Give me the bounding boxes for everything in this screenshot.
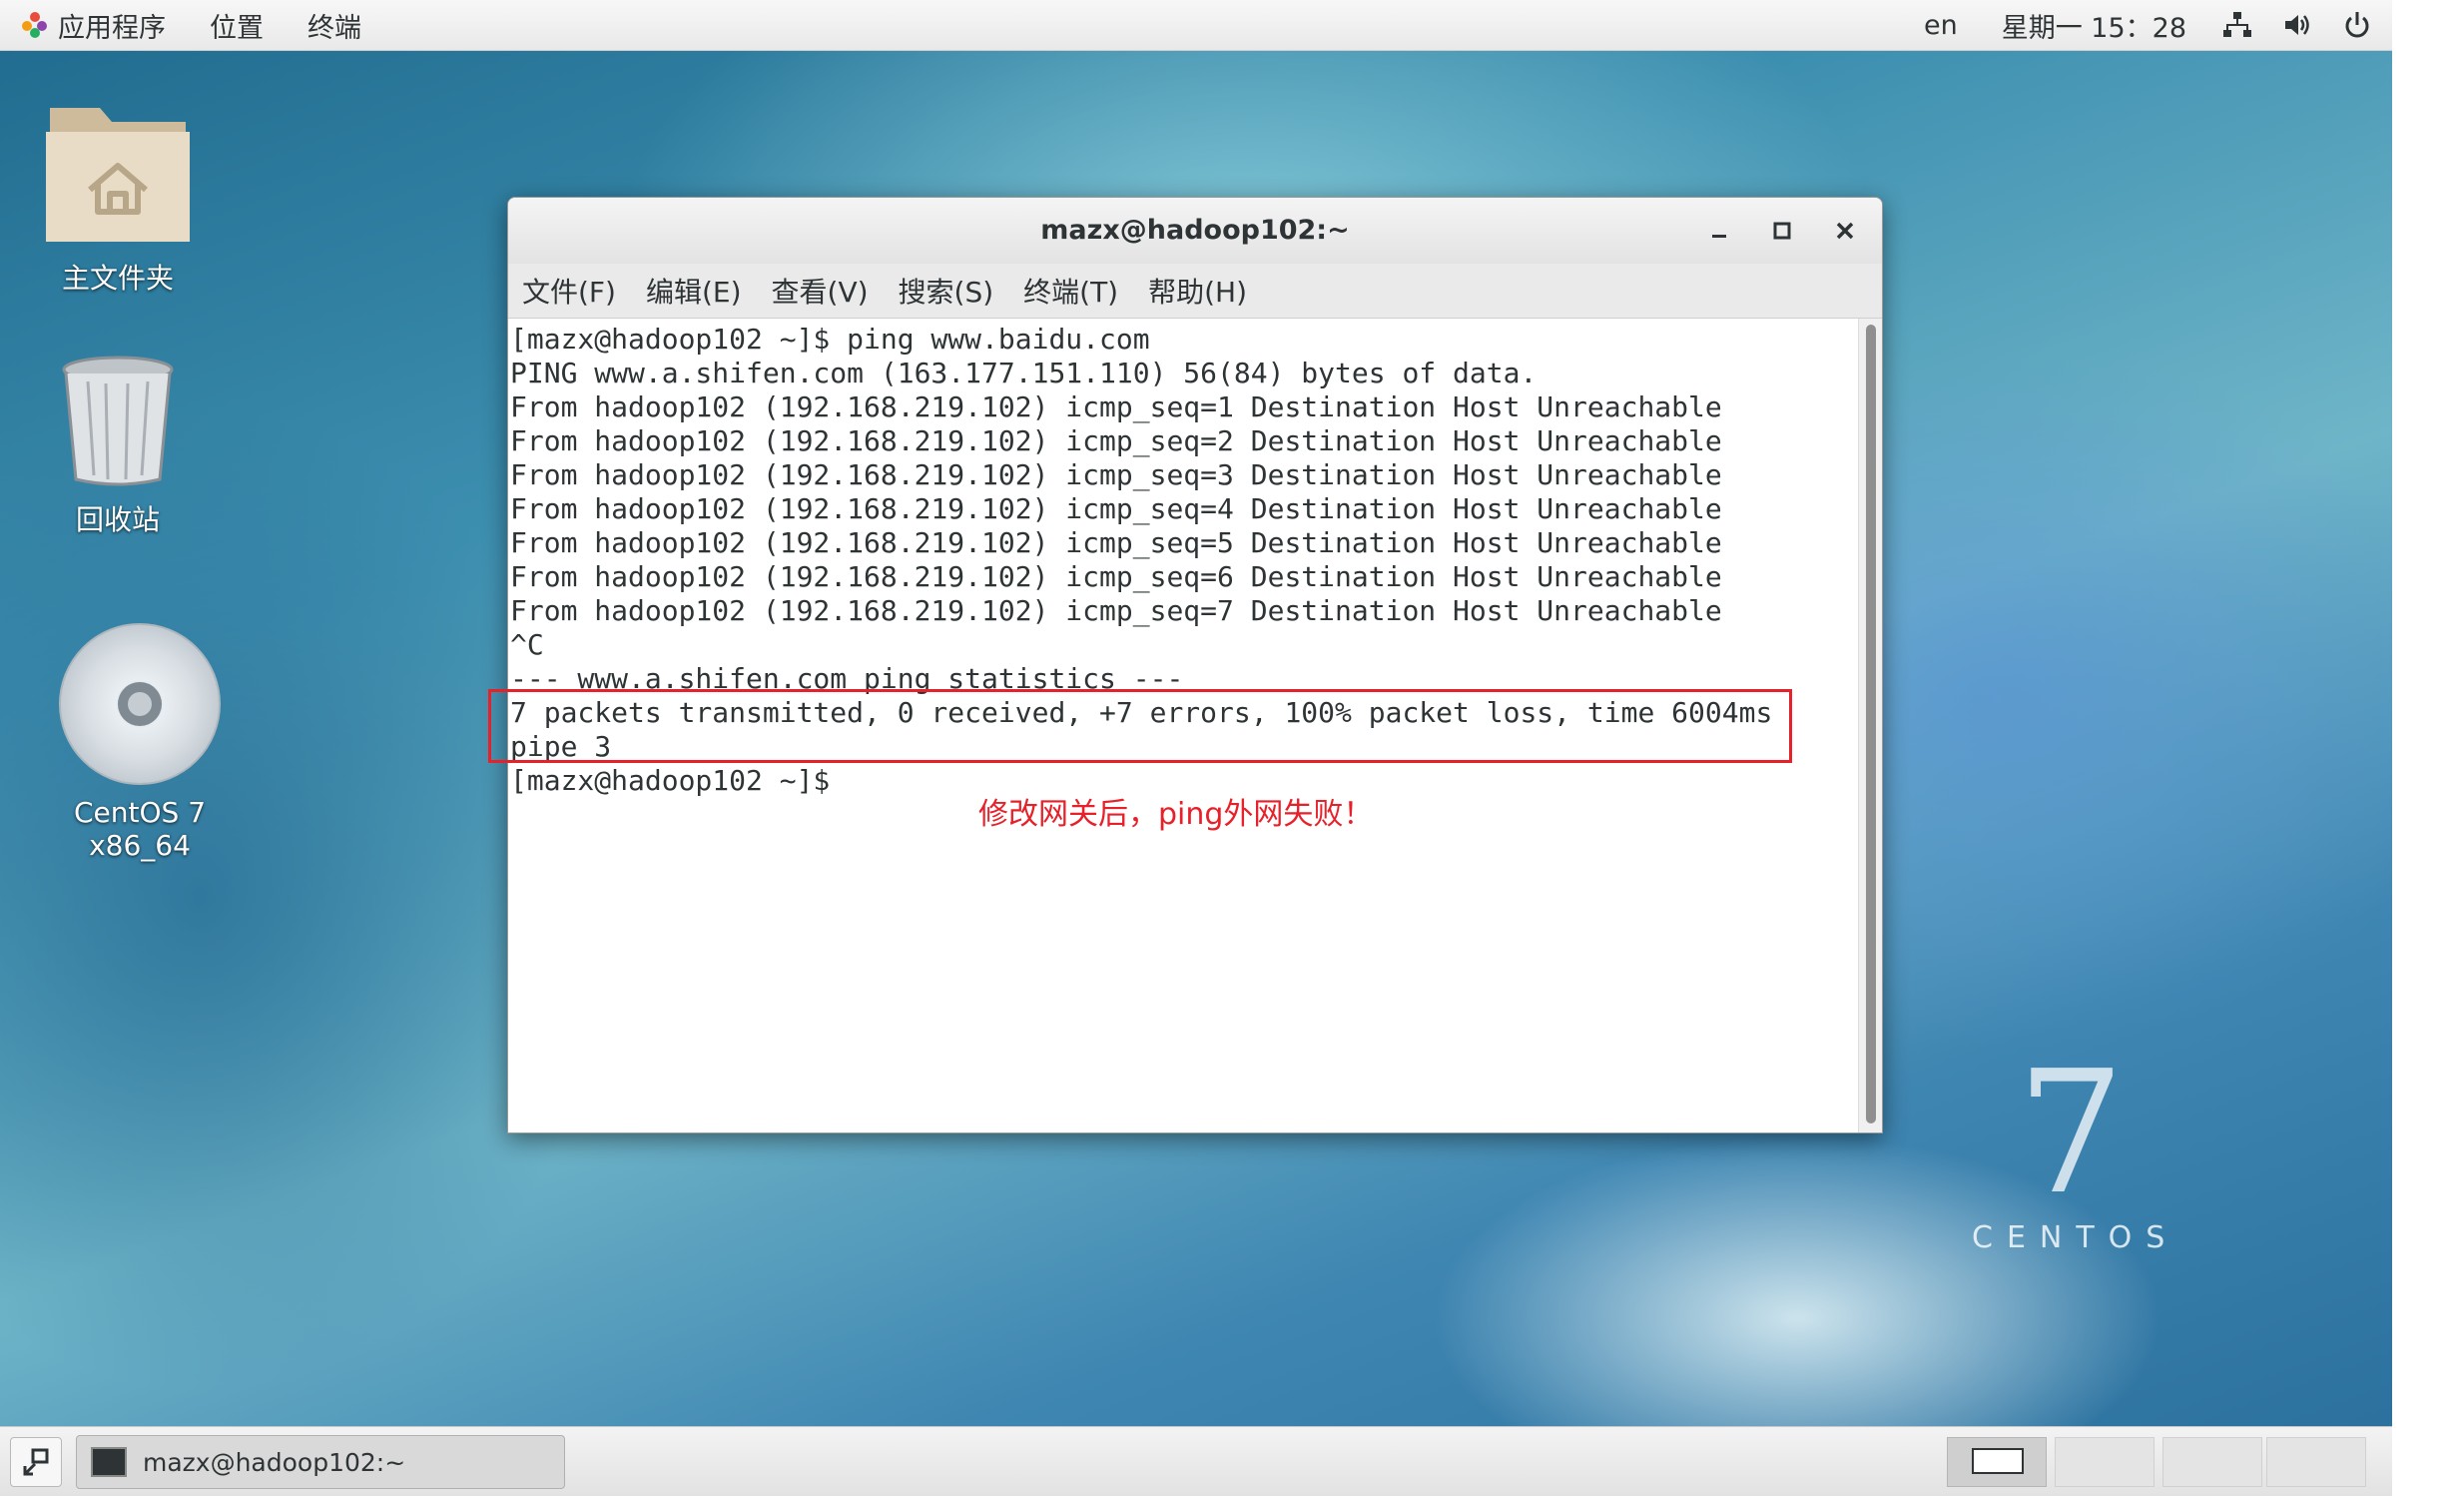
annotation-highlight-box: [488, 689, 1792, 763]
terminal-line: PING www.a.shifen.com (163.177.151.110) …: [510, 357, 1538, 389]
terminal-line: From hadoop102 (192.168.219.102) icmp_se…: [510, 492, 1722, 525]
clock[interactable]: 星期一 15：28: [2002, 6, 2186, 45]
centos-wordmark: CENTOS: [1972, 1220, 2179, 1255]
volume-icon[interactable]: [2282, 10, 2312, 40]
terminal-window[interactable]: mazx@hadoop102:~ 文件(F) 编辑(E) 查看(V) 搜索(S)…: [507, 197, 1883, 1133]
places-menu[interactable]: 位置: [210, 6, 264, 45]
taskbar-item-label: mazx@hadoop102:~: [143, 1447, 406, 1477]
trash-icon: [62, 356, 174, 486]
terminal-line: From hadoop102 (192.168.219.102) icmp_se…: [510, 560, 1722, 593]
taskbar-item-terminal[interactable]: mazx@hadoop102:~: [76, 1435, 565, 1489]
workspace-1[interactable]: [1947, 1437, 2047, 1487]
centos-seven-logo: 7: [2017, 1035, 2126, 1232]
window-menubar: 文件(F) 编辑(E) 查看(V) 搜索(S) 终端(T) 帮助(H): [508, 264, 1882, 319]
menu-view[interactable]: 查看(V): [772, 271, 869, 311]
right-margin: [2392, 0, 2464, 1496]
desktop-icon-cdrom-label: CentOS 7 x86_64: [73, 796, 207, 862]
window-titlebar[interactable]: mazx@hadoop102:~: [508, 198, 1882, 265]
minimize-icon[interactable]: [1704, 216, 1734, 246]
top-panel: 应用程序 位置 终端 en 星期一 15：28: [0, 0, 2392, 51]
show-desktop-button[interactable]: [10, 1437, 62, 1487]
terminal-line: From hadoop102 (192.168.219.102) icmp_se…: [510, 390, 1722, 423]
menu-file[interactable]: 文件(F): [522, 271, 616, 311]
annotation-text: 修改网关后，ping外网失败！: [978, 797, 1374, 832]
desktop: 应用程序 位置 终端 en 星期一 15：28 主文件夹 回收站 CentOS …: [0, 0, 2392, 1496]
terminal-line: From hadoop102 (192.168.219.102) icmp_se…: [510, 594, 1722, 627]
network-icon[interactable]: [2222, 10, 2252, 40]
maximize-icon[interactable]: [1767, 216, 1797, 246]
scrollbar-thumb[interactable]: [1866, 325, 1876, 1123]
desktop-icon-cdrom[interactable]: CentOS 7 x86_64: [20, 619, 260, 862]
applications-icon: [22, 12, 48, 38]
window-title: mazx@hadoop102:~: [1040, 215, 1350, 246]
language-indicator[interactable]: en: [1924, 10, 1958, 41]
terminal-line: From hadoop102 (192.168.219.102) icmp_se…: [510, 526, 1722, 559]
desktop-icon-home[interactable]: 主文件夹: [18, 90, 218, 297]
show-desktop-icon: [23, 1448, 49, 1476]
terminal-line: [mazx@hadoop102 ~]$ ping www.baidu.com: [510, 323, 1150, 356]
menu-help[interactable]: 帮助(H): [1148, 271, 1247, 311]
applications-label: 应用程序: [58, 12, 166, 44]
system-tray: en 星期一 15：28: [1898, 0, 2372, 50]
disc-icon: [59, 623, 221, 785]
terminal-scrollbar[interactable]: [1858, 319, 1882, 1132]
power-icon[interactable]: [2342, 10, 2372, 40]
close-icon[interactable]: [1830, 216, 1860, 246]
terminal-line: From hadoop102 (192.168.219.102) icmp_se…: [510, 424, 1722, 457]
terminal-icon: [91, 1447, 127, 1477]
terminal-line: From hadoop102 (192.168.219.102) icmp_se…: [510, 458, 1722, 491]
terminal-line: ^C: [510, 628, 544, 661]
workspace-3[interactable]: [2162, 1437, 2262, 1487]
workspace-2[interactable]: [2055, 1437, 2155, 1487]
desktop-icon-trash-label: 回收站: [75, 503, 160, 536]
terminal-menu[interactable]: 终端: [308, 6, 361, 45]
menu-edit[interactable]: 编辑(E): [646, 271, 742, 311]
applications-menu[interactable]: 应用程序: [22, 6, 166, 45]
desktop-icon-trash[interactable]: 回收站: [18, 352, 218, 538]
workspace-4[interactable]: [2266, 1437, 2366, 1487]
desktop-icon-home-label: 主文件夹: [61, 262, 174, 295]
menu-terminal[interactable]: 终端(T): [1023, 271, 1118, 311]
terminal-prompt: [mazx@hadoop102 ~]$: [510, 764, 831, 797]
folder-icon: [46, 108, 190, 242]
menu-search[interactable]: 搜索(S): [899, 271, 994, 311]
bottom-taskbar: mazx@hadoop102:~: [0, 1426, 2392, 1496]
